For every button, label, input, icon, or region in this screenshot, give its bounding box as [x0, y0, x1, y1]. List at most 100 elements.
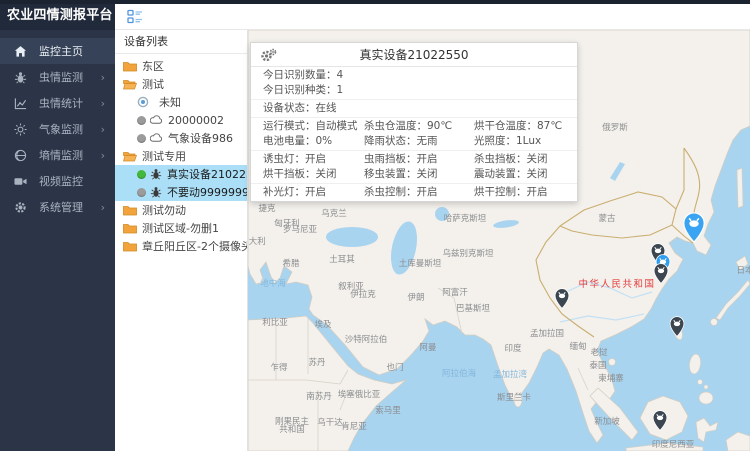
- popup-section: 运行模式：自动模式杀虫仓温度：90℃烘干仓温度：87℃电池电量：0%降雨状态：无…: [251, 117, 577, 150]
- device-tree-item-1[interactable]: 测试: [115, 75, 247, 93]
- device-tree-item-3[interactable]: 20000002: [115, 111, 247, 129]
- map-marker-insect-dark[interactable]: [652, 410, 668, 435]
- device-tree-toggle-icon[interactable]: [127, 9, 145, 25]
- sidebar-nav: 监控主页虫情监测 › 虫情统计 › 气象监测 › 墒情监测 › 视频监控系统管理›: [0, 30, 115, 220]
- popup-stat: 虫雨挡板：开启: [364, 152, 474, 167]
- popup-stat: 杀虫控制：开启: [364, 185, 474, 200]
- popup-stat: 诱虫灯：开启: [263, 152, 364, 167]
- popup-row: 补光灯：开启杀虫控制：开启烘干控制：开启: [251, 185, 577, 200]
- map-marker-weather-blue-large[interactable]: [682, 212, 706, 247]
- sidebar-item-label: 墒情监测: [39, 147, 83, 163]
- chevron-right-icon: ›: [101, 98, 105, 109]
- device-tree-item-9[interactable]: 测试区域-勿删1: [115, 219, 247, 237]
- sidebar-item-weather-monitor[interactable]: 气象监测 ›: [0, 116, 115, 142]
- folder-open-icon: [123, 79, 137, 90]
- bug-icon: [13, 70, 27, 84]
- popup-row: 电池电量：0%降雨状态：无雨光照度：1Lux: [251, 134, 577, 149]
- chevron-right-icon: ›: [101, 150, 105, 161]
- device-label: 未知: [159, 94, 181, 110]
- folder-closed-icon: [123, 241, 137, 252]
- sidebar-item-system-manage[interactable]: 系统管理›: [0, 194, 115, 220]
- sidebar-item-home[interactable]: 监控主页: [0, 38, 115, 64]
- globe-icon: [13, 148, 27, 162]
- map-marker-insect-dark[interactable]: [554, 288, 570, 313]
- popup-stat: 补光灯：开启: [263, 185, 364, 200]
- sidebar-item-label: 虫情监测: [39, 69, 83, 85]
- popup-stat: 移虫装置：关闭: [364, 167, 474, 182]
- device-label: 真实设备21022550: [167, 166, 248, 182]
- popup-stat: 设备状态：在线: [263, 102, 337, 114]
- popup-stat: 今日识别种类：1: [263, 84, 343, 96]
- app-window: 农业四情测报平台 监控主页虫情监测›虫情统计›气象监测›墒情监测›视频监控系统管…: [0, 0, 750, 451]
- device-tree-item-4[interactable]: 气象设备986: [115, 129, 247, 147]
- status-dot-offline: [137, 134, 146, 143]
- home-icon: [13, 44, 27, 58]
- popup-stat: 降雨状态：无雨: [364, 134, 474, 149]
- sidebar-item-label: 监控主页: [39, 43, 83, 59]
- device-label: 章丘阳丘区-2个摄像头: [142, 238, 248, 254]
- list-tree-icon: [127, 9, 143, 24]
- device-label: 测试区域-勿删1: [142, 220, 219, 236]
- popup-stat: 烘干控制：开启: [474, 185, 577, 200]
- popup-stat: 电池电量：0%: [263, 134, 364, 149]
- device-list-title: 设备列表: [115, 30, 247, 54]
- popup-header: 真实设备21022550: [251, 43, 577, 67]
- map-marker-insect-dark[interactable]: [653, 263, 669, 288]
- map-marker-insect-dark[interactable]: [669, 316, 685, 341]
- gear-icon: [13, 200, 27, 214]
- popup-section: 诱虫灯：开启虫雨挡板：开启杀虫挡板：关闭烘干挡板：关闭移虫装置：关闭震动装置：关…: [251, 150, 577, 183]
- folder-closed-icon: [123, 223, 137, 234]
- device-tree-item-10[interactable]: 章丘阳丘区-2个摄像头: [115, 237, 247, 255]
- sidebar-item-label: 虫情统计: [39, 95, 83, 111]
- sidebar-item-video-monitor[interactable]: 视频监控: [0, 168, 115, 194]
- settings-gears-icon[interactable]: [260, 47, 277, 62]
- sidebar-item-label: 系统管理: [39, 199, 83, 215]
- bug-icon: [150, 168, 162, 180]
- sidebar-item-insect-monitor[interactable]: 虫情监测 ›: [0, 64, 115, 90]
- popup-section: 设备状态：在线: [251, 99, 577, 117]
- status-dot-offline: [137, 188, 146, 197]
- device-info-popup: 真实设备21022550 今日识别数量：4 今日识别种类：1 设备状态：在线运行模式…: [250, 42, 578, 202]
- device-tree-item-7[interactable]: 不要动99999999: [115, 183, 247, 201]
- chevron-right-icon: ›: [101, 124, 105, 135]
- sidebar-item-label: 气象监测: [39, 121, 83, 137]
- device-label: 气象设备986: [168, 130, 233, 146]
- device-label: 不要动99999999: [167, 184, 248, 200]
- device-tree-item-5[interactable]: 测试专用: [115, 147, 247, 165]
- popup-stat: 运行模式：自动模式: [263, 119, 364, 134]
- device-tree-item-6[interactable]: 真实设备21022550: [115, 165, 247, 183]
- folder-closed-icon: [123, 61, 137, 72]
- device-tree-item-0[interactable]: 东区: [115, 57, 247, 75]
- popup-row: 今日识别数量：4: [251, 68, 577, 83]
- chevron-right-icon: ›: [101, 72, 105, 83]
- folder-open-icon: [123, 151, 137, 162]
- sidebar: 农业四情测报平台 监控主页虫情监测›虫情统计›气象监测›墒情监测›视频监控系统管…: [0, 0, 115, 451]
- chart-icon: [13, 96, 27, 110]
- locate-icon: [137, 96, 149, 108]
- cloud-icon: [150, 115, 163, 125]
- popup-title: 真实设备21022550: [359, 48, 468, 62]
- status-dot-offline: [137, 116, 146, 125]
- popup-section: 补光灯：开启杀虫控制：开启烘干控制：开启: [251, 183, 577, 201]
- popup-body: 今日识别数量：4 今日识别种类：1 设备状态：在线运行模式：自动模式杀虫仓温度：90…: [251, 67, 577, 201]
- video-icon: [13, 174, 27, 188]
- device-tree-item-2[interactable]: 未知: [115, 93, 247, 111]
- popup-stat: 今日识别数量：4: [263, 69, 343, 81]
- popup-stat: 杀虫挡板：关闭: [474, 152, 577, 167]
- sidebar-item-insect-stats[interactable]: 虫情统计 ›: [0, 90, 115, 116]
- sidebar-item-soil-monitor[interactable]: 墒情监测 ›: [0, 142, 115, 168]
- folder-closed-icon: [123, 205, 137, 216]
- device-label: 测试勿动: [142, 202, 186, 218]
- device-tree: 东区测试未知 20000002 气象设备986测试专用真实设备21022550 不要动…: [115, 54, 247, 255]
- topbar: [115, 4, 750, 30]
- popup-row: 诱虫灯：开启虫雨挡板：开启杀虫挡板：关闭: [251, 152, 577, 167]
- popup-row: 今日识别种类：1: [251, 83, 577, 98]
- popup-row: 烘干挡板：关闭移虫装置：关闭震动装置：关闭: [251, 167, 577, 182]
- device-list-panel: 设备列表 东区测试未知 20000002 气象设备986测试专用真实设备210225…: [115, 30, 248, 451]
- device-label: 20000002: [168, 114, 224, 127]
- popup-stat: 烘干挡板：关闭: [263, 167, 364, 182]
- popup-row: 设备状态：在线: [251, 101, 577, 116]
- popup-stat: 杀虫仓温度：90℃: [364, 119, 474, 134]
- popup-stat: 光照度：1Lux: [474, 134, 577, 149]
- device-tree-item-8[interactable]: 测试勿动: [115, 201, 247, 219]
